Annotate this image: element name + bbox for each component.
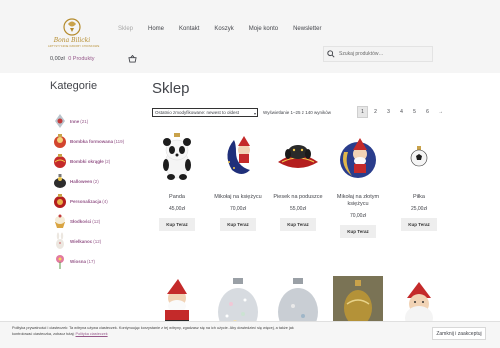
- product-price: 70,00zł: [229, 206, 247, 212]
- panda-ornament-icon[interactable]: [153, 132, 201, 182]
- cookie-policy-link[interactable]: Polityka ciasteczek: [76, 332, 108, 336]
- category-item-halloween[interactable]: Halloween (2): [52, 171, 99, 191]
- category-item-wiosna[interactable]: Wiosna (17): [52, 251, 95, 271]
- product-card: Panda 45,00zł Kup Teraz: [152, 132, 202, 231]
- main-nav: Sklep Home Kontakt Koszyk Moje konto New…: [118, 26, 321, 32]
- category-name: Inne: [70, 118, 80, 124]
- santa-gold-moon-ornament-icon[interactable]: [334, 132, 382, 182]
- category-count: (119): [114, 138, 125, 144]
- category-name: Personalizacja: [70, 198, 102, 204]
- ornament-icon: [54, 134, 66, 148]
- ornament-icon: [54, 194, 66, 208]
- sort-select[interactable]: Ostatnio zmodyfikowane: newest to oldest…: [152, 108, 258, 117]
- page-4[interactable]: 4: [396, 106, 407, 118]
- category-count: (12): [93, 238, 102, 244]
- nav-item-koszyk[interactable]: Koszyk: [214, 26, 233, 32]
- category-count: (4): [102, 198, 108, 204]
- chevron-down-icon: ▾: [253, 111, 256, 116]
- category-name: Wiosna: [70, 258, 86, 264]
- page-1[interactable]: 1: [357, 106, 368, 118]
- category-count: (12): [92, 218, 101, 224]
- pagination: 1 2 3 4 5 6 →: [357, 106, 446, 118]
- cookie-accept-button[interactable]: Zamknij i zaakceptuj: [432, 327, 486, 340]
- product-price: 45,00zł: [168, 206, 186, 212]
- category-item-inne[interactable]: Inne (21): [52, 111, 88, 131]
- category-name: Bombka formowana: [70, 138, 114, 144]
- cookie-text: Polityka prywatności i ciasteczek: Ta wi…: [12, 326, 312, 337]
- product-price: 70,00zł: [349, 213, 367, 219]
- ornament-icon: [54, 174, 66, 188]
- sort-value: Ostatnio zmodyfikowane: newest to oldest: [155, 110, 240, 115]
- page-3[interactable]: 3: [383, 106, 394, 118]
- football-ornament-icon[interactable]: [395, 132, 443, 182]
- category-count: (21): [80, 118, 89, 124]
- ornament-icon: [55, 114, 65, 128]
- search-placeholder: Szukaj produktów…: [339, 51, 384, 57]
- product-card: Piłka 25,00zł Kup Teraz: [394, 132, 444, 231]
- product-name[interactable]: Mikołaj na złotym księżycu: [333, 194, 383, 208]
- basket-icon[interactable]: [128, 55, 137, 63]
- cookie-banner: Polityka prywatności i ciasteczek: Ta wi…: [0, 321, 500, 348]
- page-2[interactable]: 2: [370, 106, 381, 118]
- buy-button[interactable]: Kup Teraz: [159, 218, 195, 231]
- page-title: Sklep: [152, 80, 190, 97]
- category-item-personalizacja[interactable]: Personalizacja (4): [52, 191, 108, 211]
- page-6[interactable]: 6: [422, 106, 433, 118]
- cookie-message: Polityka prywatności i ciasteczek: Ta wi…: [12, 326, 294, 336]
- nav-item-newsletter[interactable]: Newsletter: [293, 26, 321, 32]
- results-count: Wyświetlanie 1–25 z 140 wyników: [263, 110, 331, 115]
- brand-name: Bona Bilicki: [53, 37, 91, 44]
- nav-item-moje-konto[interactable]: Moje konto: [249, 26, 278, 32]
- site-header: Bona Bilicki ARTYSTYCZNE OZDOBY CHOINKOW…: [0, 0, 500, 73]
- brand-tagline: ARTYSTYCZNE OZDOBY CHOINKOWE: [48, 45, 100, 48]
- santa-moon-ornament-icon[interactable]: [214, 132, 262, 182]
- buy-button[interactable]: Kup Teraz: [280, 218, 316, 231]
- product-card: Piesek na poduszce 55,00zł Kup Teraz: [273, 132, 323, 231]
- dog-pillow-ornament-icon[interactable]: [274, 132, 322, 182]
- cupcake-icon: [55, 214, 65, 228]
- next-page-arrow[interactable]: →: [435, 106, 446, 118]
- nav-item-home[interactable]: Home: [148, 26, 164, 32]
- product-price: 25,00zł: [410, 206, 428, 212]
- nav-item-sklep[interactable]: Sklep: [118, 26, 133, 32]
- buy-button[interactable]: Kup Teraz: [220, 218, 256, 231]
- search-input[interactable]: Szukaj produktów…: [323, 46, 433, 62]
- bunny-icon: [56, 232, 64, 249]
- category-name: Halloween: [70, 178, 93, 184]
- page-5[interactable]: 5: [409, 106, 420, 118]
- sidebar-title: Kategorie: [50, 80, 98, 92]
- category-name: Bombki okrągłe: [70, 158, 104, 164]
- search-icon: [327, 50, 335, 58]
- cart-count: 0 Produkty: [68, 56, 95, 62]
- product-card: Mikołaj na księżycu 70,00zł Kup Teraz: [213, 132, 263, 231]
- buy-button[interactable]: Kup Teraz: [401, 218, 437, 231]
- category-name: Słodkości: [70, 218, 92, 224]
- category-count: (2): [104, 158, 111, 164]
- category-item-wielkanoc[interactable]: Wielkanoc (12): [52, 231, 101, 251]
- category-count: (2): [93, 178, 99, 184]
- cart-summary[interactable]: 0,00zł 0 Produkty: [50, 56, 95, 62]
- nav-item-kontakt[interactable]: Kontakt: [179, 26, 199, 32]
- category-item-slodkosci[interactable]: Słodkości (12): [52, 211, 100, 231]
- category-item-bombka-formowana[interactable]: Bombka formowana (119): [52, 131, 124, 151]
- product-price: 55,00zł: [289, 206, 307, 212]
- product-name[interactable]: Panda: [152, 194, 202, 201]
- product-card: Mikołaj na złotym księżycu 70,00zł Kup T…: [333, 132, 383, 238]
- category-name: Wielkanoc: [70, 238, 93, 244]
- product-name[interactable]: Mikołaj na księżycu: [213, 194, 263, 201]
- buy-button[interactable]: Kup Teraz: [340, 225, 376, 238]
- product-name[interactable]: Piłka: [394, 194, 444, 201]
- cart-amount: 0,00zł: [50, 56, 65, 62]
- category-count: (17): [86, 258, 95, 264]
- category-item-bombki-okragle[interactable]: Bombki okrągłe (2): [52, 151, 110, 171]
- product-name[interactable]: Piesek na poduszce: [273, 194, 323, 201]
- ornament-icon: [54, 154, 66, 168]
- flower-icon: [56, 255, 64, 269]
